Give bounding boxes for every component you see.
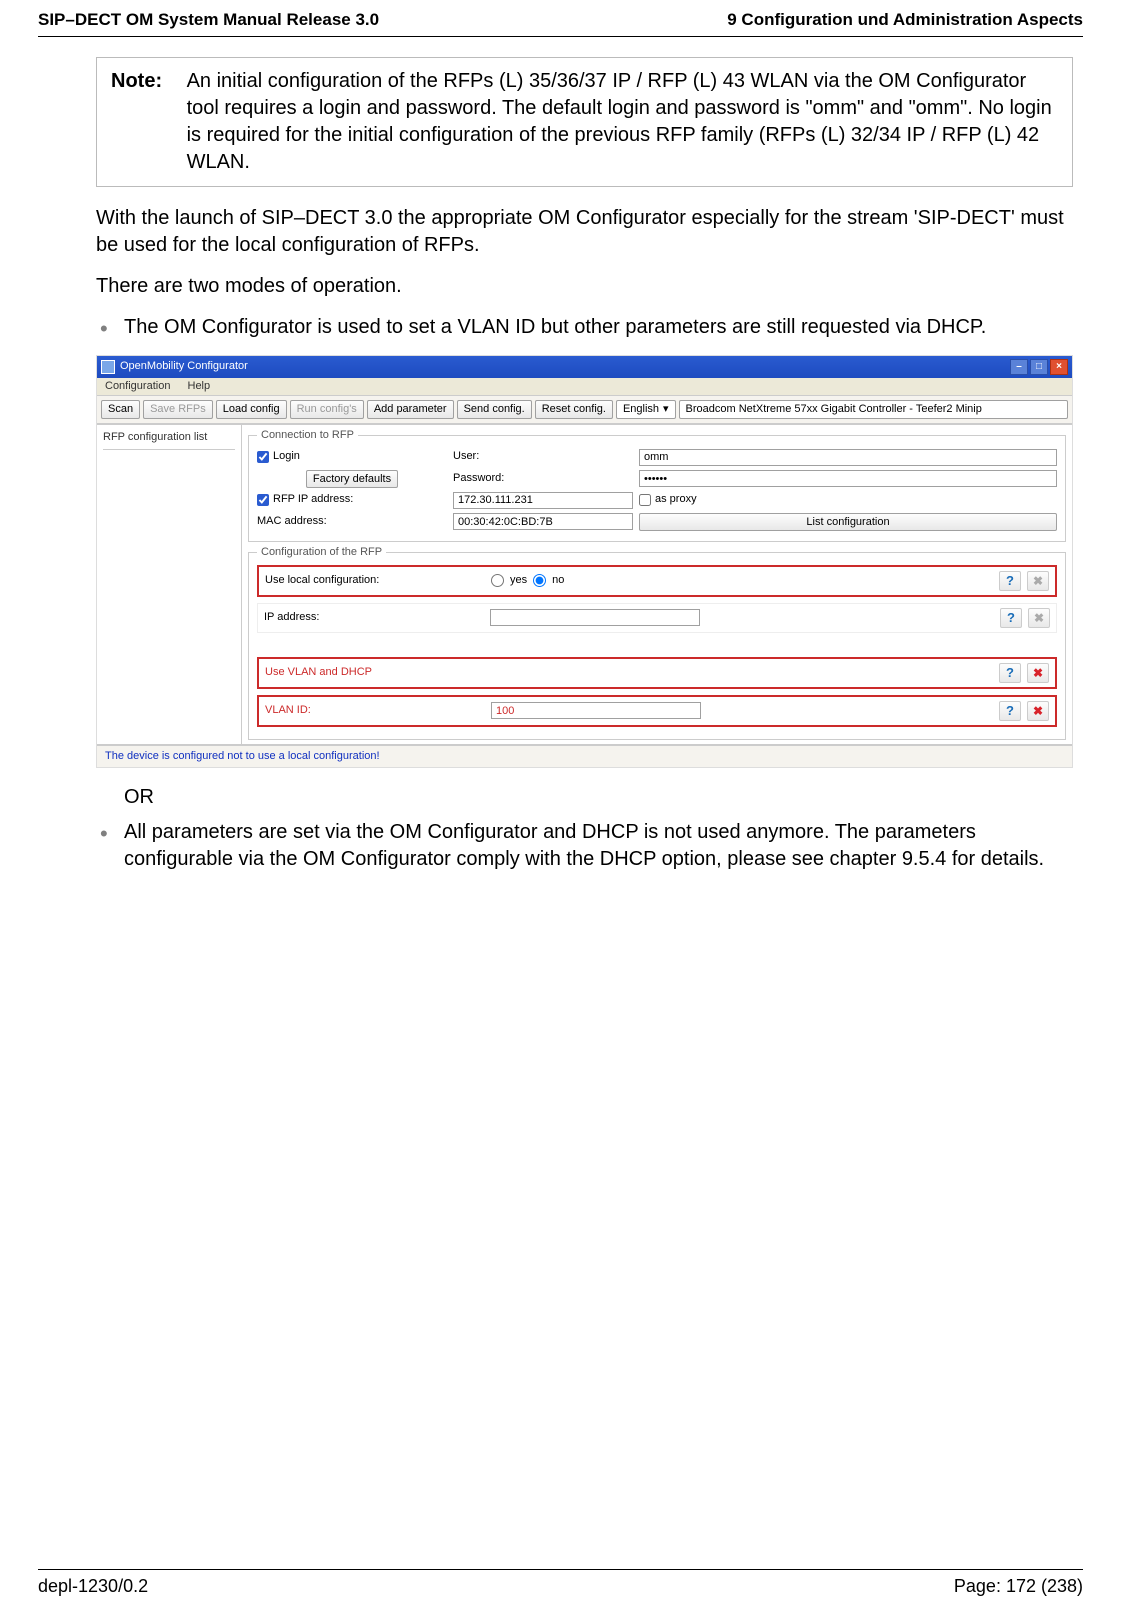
no-label: no [552,574,564,587]
load-config-button[interactable]: Load config [216,400,287,419]
delete-icon[interactable]: ✖ [1027,571,1049,591]
note-box: Note: An initial configuration of the RF… [96,57,1073,187]
bullet-list-1: The OM Configurator is used to set a VLA… [96,314,1073,341]
main-panels: RFP configuration list Connection to RFP… [97,424,1072,743]
rfp-list-panel: RFP configuration list [97,425,242,743]
config-group: Configuration of the RFP Use local confi… [248,546,1066,740]
scan-button[interactable]: Scan [101,400,140,419]
bullet-list-2: All parameters are set via the OM Config… [96,819,1073,873]
right-panel: Connection to RFP Login User: Factory de… [242,425,1072,743]
menu-configuration[interactable]: Configuration [105,380,170,392]
minimize-button[interactable]: – [1010,359,1028,375]
list-configuration-button[interactable]: List configuration [639,513,1057,531]
row-rfp-ip: RFP IP address: as proxy [257,492,1057,509]
row-ip-address: IP address: ? ✖ [257,603,1057,633]
mac-input[interactable] [453,513,633,530]
header-left: SIP–DECT OM System Manual Release 3.0 [38,10,379,30]
vlan-id-label: VLAN ID: [265,704,485,717]
password-input[interactable] [639,470,1057,487]
om-configurator-window: OpenMobility Configurator – □ × Configur… [96,355,1073,768]
help-icon[interactable]: ? [999,663,1021,683]
ip-address-label: IP address: [264,611,484,624]
login-label: Login [273,450,300,463]
factory-defaults-button[interactable]: Factory defaults [306,470,398,488]
add-parameter-button[interactable]: Add parameter [367,400,454,419]
row-vlan-id: VLAN ID: ? ✖ [257,695,1057,727]
bullet-2: All parameters are set via the OM Config… [96,819,1073,873]
or-text: OR [124,786,1073,809]
maximize-button[interactable]: □ [1030,359,1048,375]
reset-config-button[interactable]: Reset config. [535,400,613,419]
help-icon[interactable]: ? [1000,608,1022,628]
delete-icon[interactable]: ✖ [1027,701,1049,721]
use-local-no-radio[interactable] [533,574,546,587]
use-local-label: Use local configuration: [265,574,485,587]
nic-select[interactable]: Broadcom NetXtreme 57xx Gigabit Controll… [679,400,1068,419]
page-content: Note: An initial configuration of the RF… [38,57,1083,873]
delete-icon[interactable]: ✖ [1027,663,1049,683]
paragraph-1: With the launch of SIP–DECT 3.0 the appr… [96,205,1073,259]
help-icon[interactable]: ? [999,571,1021,591]
rfp-ip-input[interactable] [453,492,633,509]
config-legend: Configuration of the RFP [257,546,386,559]
close-button[interactable]: × [1050,359,1068,375]
user-label: User: [453,450,479,463]
note-label: Note: [111,68,181,95]
footer-left: depl-1230/0.2 [38,1576,148,1597]
window-controls: – □ × [1010,359,1068,375]
use-local-yes-radio[interactable] [491,574,504,587]
language-value: English [623,403,659,416]
menubar: Configuration Help [97,378,1072,396]
note-text: An initial configuration of the RFPs (L)… [187,68,1054,176]
paragraph-2: There are two modes of operation. [96,273,1073,300]
window-title: OpenMobility Configurator [120,360,1010,373]
as-proxy-checkbox[interactable] [639,494,651,506]
send-config-button[interactable]: Send config. [457,400,532,419]
login-checkbox[interactable] [257,451,269,463]
chevron-down-icon: ▾ [663,403,669,416]
bullet-1: The OM Configurator is used to set a VLA… [96,314,1073,341]
window-titlebar: OpenMobility Configurator – □ × [97,356,1072,378]
rfp-list-title: RFP configuration list [103,431,235,449]
save-rfps-button[interactable]: Save RFPs [143,400,213,419]
row-login: Login User: [257,449,1057,466]
run-configs-button[interactable]: Run config's [290,400,364,419]
language-select[interactable]: English ▾ [616,400,676,419]
row-use-vlan-dhcp: Use VLAN and DHCP ? ✖ [257,657,1057,689]
mac-label: MAC address: [257,515,327,528]
connection-legend: Connection to RFP [257,429,358,442]
page-footer: depl-1230/0.2 Page: 172 (238) [38,1569,1083,1597]
toolbar: Scan Save RFPs Load config Run config's … [97,396,1072,424]
row-use-local-config: Use local configuration: yes no ? ✖ [257,565,1057,597]
as-proxy-label: as proxy [655,493,697,506]
connection-group: Connection to RFP Login User: Factory de… [248,429,1066,541]
vlan-id-input[interactable] [491,702,701,719]
header-right: 9 Configuration und Administration Aspec… [727,10,1083,30]
yes-label: yes [510,574,527,587]
app-icon [101,360,115,374]
rfp-ip-checkbox[interactable] [257,494,269,506]
menu-help[interactable]: Help [188,380,211,392]
password-label: Password: [453,472,504,485]
footer-right: Page: 172 (238) [954,1576,1083,1597]
use-vlan-dhcp-label: Use VLAN and DHCP [265,666,485,679]
delete-icon[interactable]: ✖ [1028,608,1050,628]
row-mac: MAC address: List configuration [257,513,1057,531]
rfp-ip-label: RFP IP address: [273,493,353,506]
row-factory: Factory defaults Password: [257,470,1057,488]
header-rule [38,36,1083,37]
status-bar: The device is configured not to use a lo… [97,744,1072,767]
user-input[interactable] [639,449,1057,466]
help-icon[interactable]: ? [999,701,1021,721]
footer-rule [38,1569,1083,1570]
page-header: SIP–DECT OM System Manual Release 3.0 9 … [38,0,1083,36]
ip-address-input[interactable] [490,609,700,626]
